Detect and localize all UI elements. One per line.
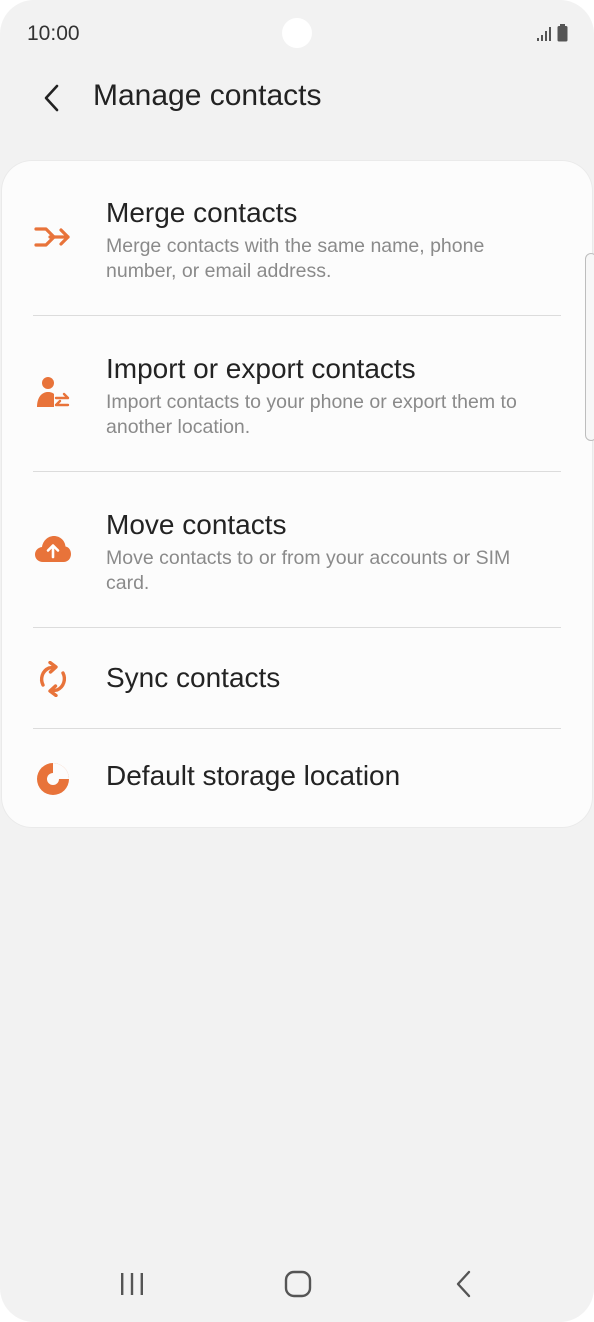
chevron-left-icon: [44, 84, 59, 112]
menu-item-description: Merge contacts with the same name, phone…: [106, 235, 485, 282]
menu-item-title: Move contacts: [106, 509, 287, 540]
app-bar: Manage contacts: [0, 68, 594, 128]
manage-contacts-card: Merge contacts Merge contacts with the s…: [2, 161, 592, 827]
pie-chart-icon: [34, 760, 72, 798]
recent-apps-icon: [121, 1273, 143, 1295]
status-icons: [536, 24, 568, 42]
menu-item-description: Move contacts to or from your accounts o…: [106, 547, 511, 594]
menu-item-sync-contacts[interactable]: Sync contacts: [2, 628, 592, 728]
page-title: Manage contacts: [93, 79, 322, 112]
person-transfer-icon: [34, 374, 72, 412]
menu-item-description: Import contacts to your phone or export …: [106, 391, 517, 438]
menu-item-import-export-contacts[interactable]: Import or export contacts Import contact…: [2, 316, 592, 471]
merge-arrow-icon: [34, 218, 72, 256]
menu-item-title: Sync contacts: [106, 662, 281, 693]
navigation-bar: [0, 1250, 594, 1322]
signal-icon: [537, 27, 551, 41]
scroll-indicator[interactable]: [585, 253, 594, 441]
back-icon: [456, 1270, 471, 1298]
home-icon: [284, 1270, 312, 1298]
menu-item-title: Merge contacts: [106, 197, 298, 228]
camera-cutout: [282, 18, 312, 48]
status-bar: 10:00: [0, 0, 594, 68]
menu-item-default-storage-location[interactable]: Default storage location: [2, 729, 592, 827]
system-back-button[interactable]: [442, 1266, 486, 1302]
recent-apps-button[interactable]: [110, 1266, 154, 1302]
status-time: 10:00: [27, 22, 80, 45]
sync-icon: [34, 660, 72, 698]
cloud-upload-icon: [34, 530, 72, 568]
menu-item-move-contacts[interactable]: Move contacts Move contacts to or from y…: [2, 472, 592, 627]
home-button[interactable]: [276, 1266, 320, 1302]
menu-item-title: Default storage location: [106, 760, 401, 791]
battery-icon: [557, 24, 568, 42]
back-button[interactable]: [30, 76, 74, 120]
menu-item-title: Import or export contacts: [106, 353, 416, 384]
menu-item-merge-contacts[interactable]: Merge contacts Merge contacts with the s…: [2, 161, 592, 315]
phone-screen: 10:00 Manage contacts Merge contacts Mer…: [0, 0, 594, 1322]
